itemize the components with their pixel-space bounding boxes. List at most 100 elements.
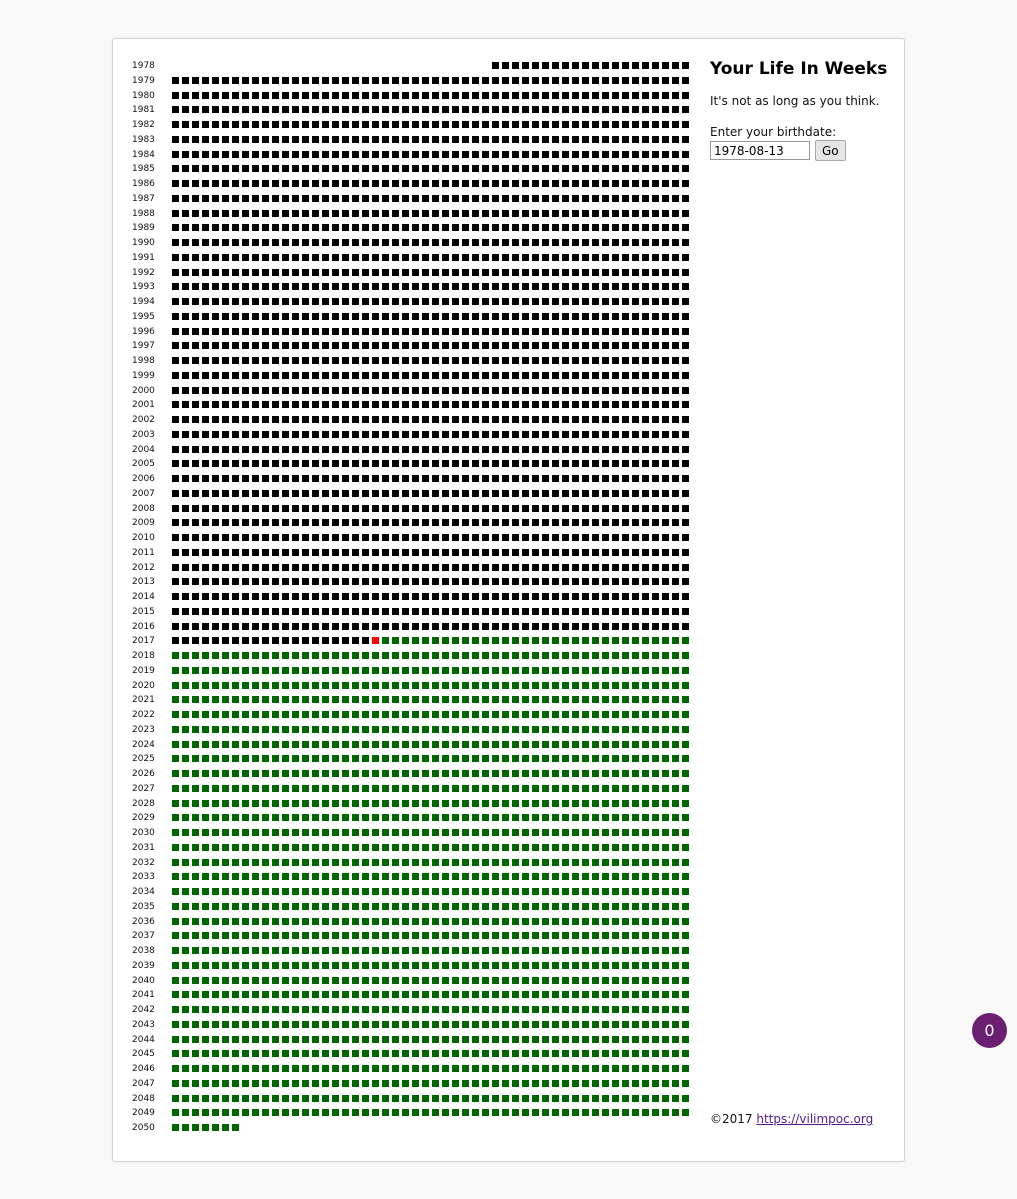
week-lived [532,475,539,482]
week-remaining [272,888,279,895]
week-lived [332,578,339,586]
week-remaining [682,637,689,645]
week-remaining [672,799,679,807]
week-lived [192,475,199,482]
week-remaining [522,740,529,748]
week-lived [552,445,559,453]
week-lived [672,386,679,394]
week-lived [672,519,679,527]
week-remaining [302,1065,309,1072]
go-button[interactable]: Go [815,140,846,161]
week-lived [412,386,419,394]
week-lived [432,342,439,350]
week-remaining [172,947,179,954]
week-remaining [462,652,469,659]
week-lived [592,563,599,571]
week-lived [672,150,679,158]
week-remaining [172,843,179,851]
week-remaining [622,696,629,704]
week-remaining [672,696,679,704]
week-remaining [602,740,609,748]
week-remaining [362,711,369,718]
week-remaining [442,681,449,689]
week-remaining [172,725,179,733]
week-remaining [492,711,499,718]
week-remaining [432,770,439,777]
week-remaining [482,947,489,954]
week-remaining [232,991,239,999]
footer-link[interactable]: https://vilimpoc.org [756,1112,873,1126]
year-label: 2040 [132,975,155,986]
week-remaining [172,1094,179,1102]
page-title: Your Life In Weeks [710,59,888,79]
week-remaining [412,784,419,792]
week-remaining [622,961,629,969]
week-lived [622,445,629,453]
week-lived [252,283,259,291]
week-lived [402,357,409,364]
week-lived [342,637,349,645]
week-lived [472,76,479,84]
week-remaining [652,637,659,645]
week-remaining [502,932,509,940]
week-lived [372,401,379,409]
week-remaining [662,1109,669,1117]
week-lived [592,475,599,482]
week-lived [452,607,459,615]
week-lived [322,357,329,364]
week-remaining [572,961,579,969]
week-lived [622,416,629,423]
week-remaining [182,947,189,954]
week-remaining [592,725,599,733]
year-label: 2012 [132,562,155,573]
week-remaining [292,829,299,836]
week-remaining [322,770,329,777]
week-remaining [592,1020,599,1028]
week-remaining [462,947,469,954]
week-remaining [262,711,269,718]
week-lived [492,150,499,158]
week-remaining [652,873,659,881]
week-remaining [412,770,419,777]
week-remaining [332,1109,339,1117]
week-remaining [682,1094,689,1102]
notification-badge[interactable]: 0 [972,1013,1007,1048]
week-lived [312,298,319,305]
birthdate-input[interactable] [710,141,810,160]
week-remaining [192,976,199,984]
week-remaining [602,681,609,689]
week-lived [312,371,319,379]
week-remaining [432,961,439,969]
week-remaining [422,770,429,777]
week-remaining [682,784,689,792]
week-lived [492,416,499,423]
week-remaining [312,1109,319,1117]
week-lived [342,534,349,541]
week-remaining [662,991,669,999]
year-label: 1984 [132,149,155,160]
week-lived [602,578,609,586]
week-remaining [262,799,269,807]
week-lived [302,371,309,379]
week-remaining [552,991,559,999]
week-remaining [512,696,519,704]
week-lived [172,253,179,261]
week-remaining [662,843,669,851]
week-remaining [382,1094,389,1102]
year-label: 2004 [132,444,155,455]
week-remaining [212,711,219,718]
year-label: 2000 [132,385,155,396]
week-lived [272,76,279,84]
week-remaining [352,814,359,822]
week-lived [602,298,609,305]
week-remaining [222,829,229,836]
week-lived [192,253,199,261]
week-lived [362,268,369,276]
week-remaining [572,843,579,851]
week-lived [292,298,299,305]
week-remaining [202,1050,209,1058]
week-remaining [432,784,439,792]
week-lived [432,563,439,571]
week-remaining [322,740,329,748]
week-remaining [572,991,579,999]
